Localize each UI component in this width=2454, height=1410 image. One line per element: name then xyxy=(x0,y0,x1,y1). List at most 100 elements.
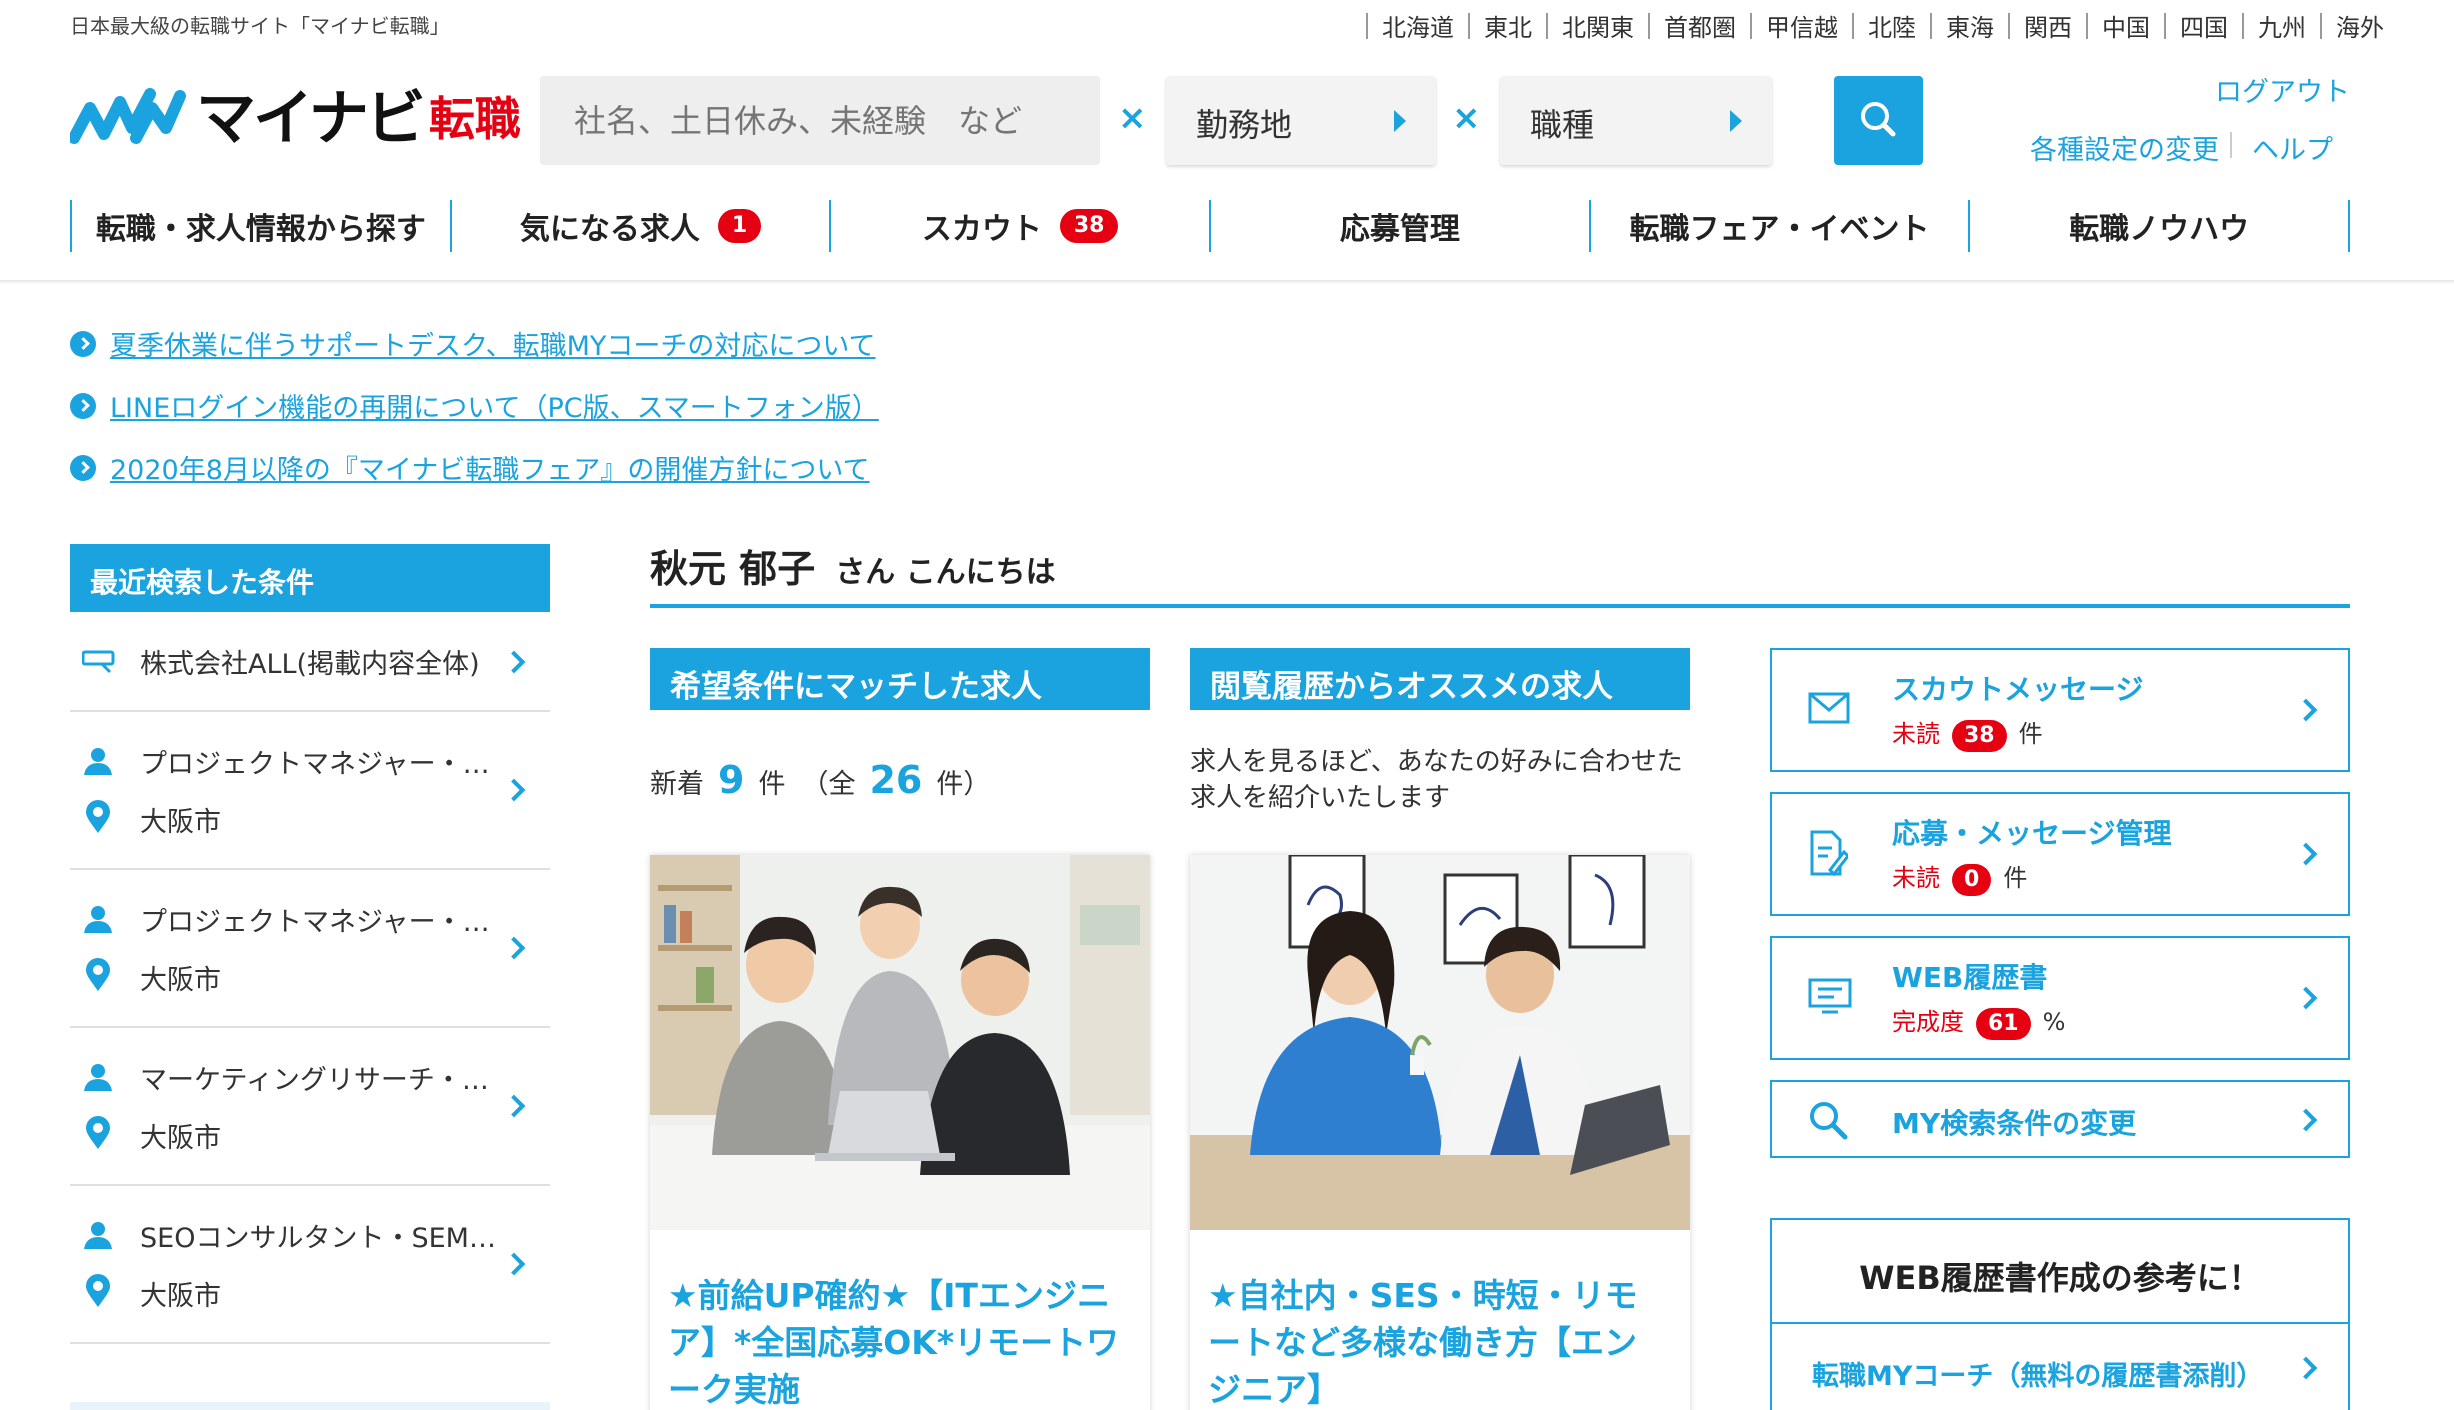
scout-count-badge: 38 xyxy=(1059,209,1119,243)
arrow-circle-icon xyxy=(70,454,96,481)
region-link[interactable]: 四国 xyxy=(2180,8,2228,43)
job-photo[interactable] xyxy=(1190,855,1690,1230)
history-description: 求人を見るほど、あなたの好みに合わせた求人を紹介いたします xyxy=(1190,747,1683,813)
user-name: 秋元 郁子 xyxy=(650,547,816,591)
settings-link[interactable]: 各種設定の変更 xyxy=(2030,128,2219,167)
my-coach-link[interactable]: 転職MYコーチ（無料の履歴書添削） xyxy=(1770,1322,2350,1410)
news-item[interactable]: LINEログイン機能の再開について（PC版、スマートフォン版） xyxy=(70,386,879,425)
recent-search-item[interactable]: マーケティングリサーチ・… 大阪市 xyxy=(70,1028,550,1186)
region-link[interactable]: 東海 xyxy=(1946,8,1994,43)
region-link[interactable]: 九州 xyxy=(2258,8,2306,43)
nav-scout[interactable]: スカウト 38 xyxy=(831,200,1212,252)
application-unread-badge: 0 xyxy=(1952,864,1992,896)
divider xyxy=(2320,12,2322,39)
keyboard-icon xyxy=(82,650,115,674)
region-link[interactable]: 北海道 xyxy=(1382,8,1454,43)
coworkers-photo xyxy=(1190,855,1690,1230)
greeting: 秋元 郁子 さん こんにちは xyxy=(650,538,2350,608)
job-photo[interactable] xyxy=(650,855,1150,1230)
keyword-search-input[interactable] xyxy=(540,76,1100,165)
site-logo[interactable]: マイナビ 転職 xyxy=(70,88,521,150)
news-item[interactable]: 夏季休業に伴うサポートデスク、転職MYコーチの対応について xyxy=(70,324,876,363)
count-unit: 件 xyxy=(2003,864,2028,892)
completion-label: 完成度 xyxy=(1892,1008,1964,1036)
nav-know-how[interactable]: 転職ノウハウ xyxy=(1970,200,2351,252)
my-coach-label: 転職MYコーチ（無料の履歴書添削） xyxy=(1812,1361,2264,1392)
completion-badge: 61 xyxy=(1976,1008,2031,1040)
divider xyxy=(1468,12,1470,39)
search-condition-text: プロジェクトマネジャー・… xyxy=(140,907,490,938)
application-management-box[interactable]: 応募・メッセージ管理 未読 0 件 xyxy=(1770,792,2350,916)
region-link[interactable]: 首都圏 xyxy=(1664,8,1736,43)
news-link[interactable]: LINEログイン機能の再開について（PC版、スマートフォン版） xyxy=(110,386,879,425)
recent-searches-title: 最近検索した条件 xyxy=(70,544,550,612)
region-link[interactable]: 北関東 xyxy=(1562,8,1634,43)
person-icon xyxy=(84,906,112,933)
location-pin-icon xyxy=(86,958,110,991)
nav-label: スカウト xyxy=(921,212,1042,247)
divider xyxy=(2008,12,2010,39)
recent-search-item[interactable]: SEOコンサルタント・SEM… 大阪市 xyxy=(70,1186,550,1344)
divider xyxy=(1546,12,1548,39)
news-link[interactable]: 夏季休業に伴うサポートデスク、転職MYコーチの対応について xyxy=(110,324,876,363)
history-recommend-title[interactable]: 閲覧履歴からオススメの求人 xyxy=(1190,648,1690,710)
job-type-select[interactable]: 職種 xyxy=(1500,76,1772,165)
unread-label: 未読 xyxy=(1892,864,1940,892)
region-link[interactable]: 中国 xyxy=(2102,8,2150,43)
region-link[interactable]: 海外 xyxy=(2336,8,2384,43)
change-conditions-title: MY検索条件の変更 xyxy=(1892,1107,2137,1140)
region-link[interactable]: 甲信越 xyxy=(1766,8,1838,43)
search-location-text: 大阪市 xyxy=(140,1281,221,1312)
count-unit: 件 xyxy=(2018,720,2043,748)
nav-fairs-events[interactable]: 転職フェア・イベント xyxy=(1591,200,1971,252)
region-link[interactable]: 東北 xyxy=(1484,8,1532,43)
change-search-conditions-box[interactable]: MY検索条件の変更 xyxy=(1770,1080,2350,1158)
nav-saved-jobs[interactable]: 気になる求人 1 xyxy=(452,200,832,252)
matched-jobs-title[interactable]: 希望条件にマッチした求人 xyxy=(650,648,1150,710)
global-nav: 転職・求人情報から探す 気になる求人 1 スカウト 38 応募管理 転職フェア・イベ… xyxy=(70,200,2351,252)
nav-applications[interactable]: 応募管理 xyxy=(1211,200,1591,252)
news-item[interactable]: 2020年8月以降の『マイナビ転職フェア』の開催方針について xyxy=(70,448,870,487)
search-location-text: 大阪市 xyxy=(140,1123,221,1154)
greeting-suffix: さん こんにちは xyxy=(835,555,1056,590)
divider xyxy=(2242,12,2244,39)
search-condition-text: マーケティングリサーチ・… xyxy=(140,1065,489,1096)
location-select-label: 勤務地 xyxy=(1196,106,1293,144)
history-job-title[interactable]: ★自社内・SES・時短・リモートなど多様な働き方【エンジニア】 xyxy=(1208,1272,1668,1410)
scout-message-box[interactable]: スカウトメッセージ 未読 38 件 xyxy=(1770,648,2350,772)
new-count: 9 xyxy=(718,758,745,802)
divider xyxy=(1852,12,1854,39)
arrow-circle-icon xyxy=(70,392,96,419)
nav-label: 応募管理 xyxy=(1339,212,1460,247)
region-link[interactable]: 北陸 xyxy=(1868,8,1916,43)
person-icon xyxy=(84,748,112,775)
chevron-right-icon xyxy=(2294,698,2318,722)
chevron-right-icon xyxy=(502,650,526,674)
recent-search-item[interactable]: 株式会社ALL(掲載内容全体) xyxy=(70,612,550,712)
search-icon xyxy=(1861,102,1896,137)
search-condition-text: プロジェクトマネジャー・… xyxy=(140,749,490,780)
recent-search-item[interactable]: プロジェクトマネジャー・… 大阪市 xyxy=(70,712,550,870)
divider xyxy=(2164,12,2166,39)
logout-link[interactable]: ログアウト xyxy=(2215,70,2350,109)
chevron-right-icon xyxy=(502,778,526,802)
nav-label: 気になる求人 xyxy=(519,212,700,247)
news-link[interactable]: 2020年8月以降の『マイナビ転職フェア』の開催方針について xyxy=(110,448,870,487)
nav-search-jobs[interactable]: 転職・求人情報から探す xyxy=(72,200,452,252)
total-count: 26 xyxy=(869,758,923,802)
region-link[interactable]: 関西 xyxy=(2024,8,2072,43)
matched-job-title[interactable]: ★前給UP確約★【ITエンジニア】*全国応募OK*リモートワーク実施 xyxy=(668,1272,1128,1410)
help-link[interactable]: ヘルプ xyxy=(2252,128,2333,167)
chevron-right-icon xyxy=(502,1094,526,1118)
logo-mark-icon xyxy=(70,88,186,144)
caret-right-icon xyxy=(1730,110,1742,132)
recent-search-item[interactable]: プロジェクトマネジャー・… 大阪市 xyxy=(70,870,550,1028)
web-resume-box[interactable]: WEB履歴書 完成度 61% xyxy=(1770,936,2350,1060)
divider xyxy=(2086,12,2088,39)
divider xyxy=(1930,12,1932,39)
search-button[interactable] xyxy=(1834,76,1923,165)
chevron-right-icon xyxy=(2294,986,2318,1010)
scout-unread: 未読 38 件 xyxy=(1892,714,2043,752)
location-select[interactable]: 勤務地 xyxy=(1166,76,1436,165)
site-tagline: 日本最大級の転職サイト「マイナビ転職」 xyxy=(70,14,450,38)
